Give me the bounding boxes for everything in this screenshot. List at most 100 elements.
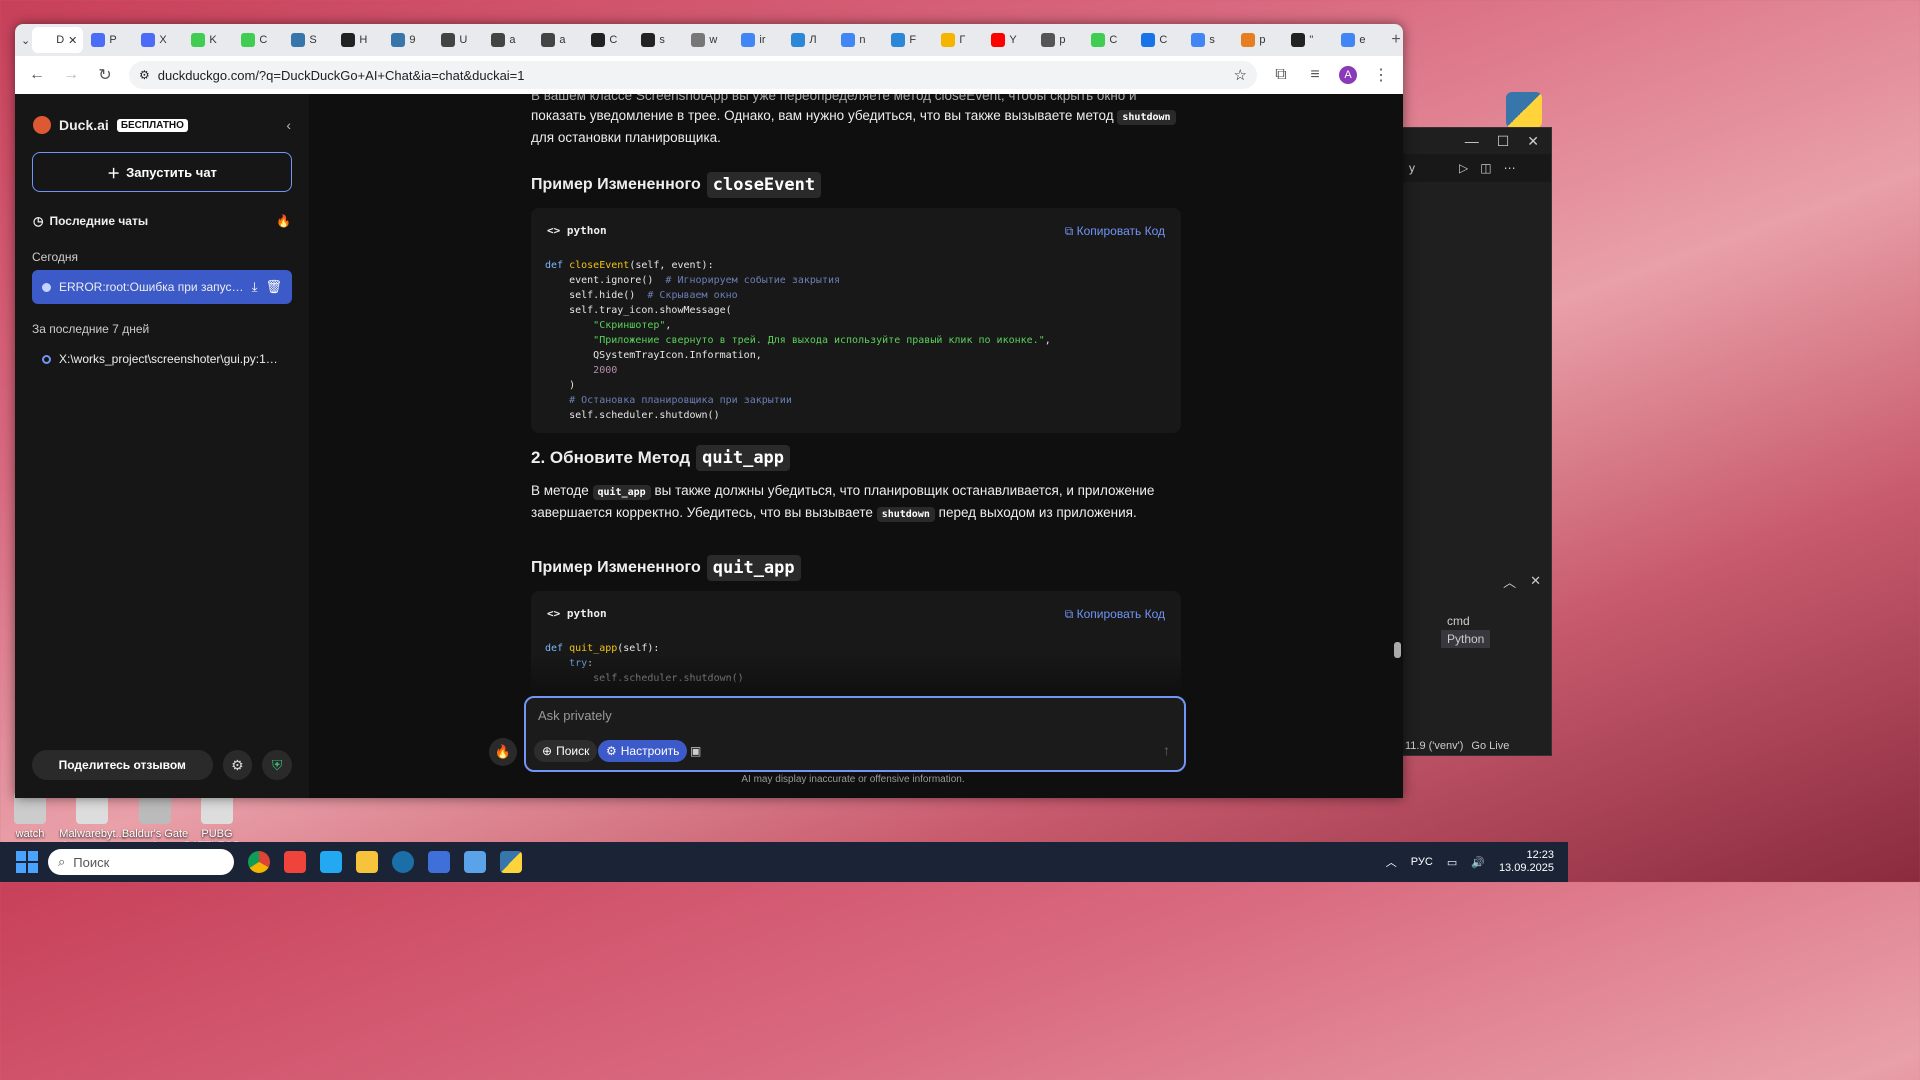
- run-icon[interactable]: ▷: [1459, 161, 1468, 175]
- tab-favicon-icon: [1341, 33, 1356, 47]
- copy-code-button[interactable]: ⧉ Копировать Код: [1065, 604, 1165, 624]
- browser-tab[interactable]: F: [885, 27, 933, 53]
- privacy-shield-icon[interactable]: ⛨: [262, 750, 292, 780]
- minimize-icon[interactable]: —: [1465, 133, 1479, 149]
- terminal-item-cmd[interactable]: cmd: [1441, 612, 1490, 630]
- browser-tab[interactable]: s: [1185, 27, 1233, 53]
- scrollbar-thumb[interactable]: [1394, 642, 1401, 658]
- profile-avatar[interactable]: A: [1339, 66, 1357, 84]
- browser-tab[interactable]: n: [835, 27, 883, 53]
- steam-icon[interactable]: [392, 851, 414, 873]
- code-lang: <> python: [547, 224, 607, 237]
- browser-tab[interactable]: X: [135, 27, 183, 53]
- menu-icon[interactable]: ⋮: [1371, 65, 1391, 85]
- tab-close-icon[interactable]: ✕: [68, 34, 77, 47]
- chat-item-week[interactable]: X:\works_project\screenshoter\gui.py:10:…: [32, 342, 292, 376]
- reload-icon[interactable]: ↻: [95, 65, 115, 85]
- send-arrow-icon[interactable]: ↑: [1163, 742, 1170, 758]
- browser-tab[interactable]: Г: [935, 27, 983, 53]
- chrome-icon[interactable]: [248, 851, 270, 873]
- browser-tab[interactable]: U: [435, 27, 483, 53]
- search-toggle-button[interactable]: ⊕ Поиск: [534, 740, 598, 762]
- extensions-icon[interactable]: ⧉: [1271, 66, 1291, 84]
- chevron-up-icon[interactable]: ︿: [1503, 572, 1516, 591]
- browser-tab[interactable]: C: [585, 27, 633, 53]
- fire-icon[interactable]: 🔥: [276, 214, 291, 228]
- status-env[interactable]: 11.9 ('venv'): [1405, 740, 1463, 752]
- history-icon: ◷: [33, 214, 44, 228]
- settings-gear-icon[interactable]: ⚙: [222, 750, 253, 780]
- download-icon[interactable]: ⤓: [252, 279, 258, 295]
- clear-chat-fire-icon[interactable]: 🔥: [489, 738, 517, 766]
- chat-message: В вашем классе ScreenshotApp вы уже пере…: [531, 94, 1181, 708]
- site-info-icon[interactable]: ⚙: [139, 68, 150, 82]
- browser-tab[interactable]: C: [235, 27, 283, 53]
- globe-icon: ⊕: [542, 744, 553, 758]
- tab-search-icon[interactable]: ⌄: [21, 34, 30, 47]
- browser-tab[interactable]: e: [1335, 27, 1383, 53]
- new-chat-button[interactable]: ＋ Запустить чат: [32, 152, 292, 192]
- chat-dot-icon: [42, 354, 51, 364]
- desktop-icon-watch[interactable]: watch: [0, 792, 65, 840]
- tab-label: K: [209, 34, 217, 46]
- chat-input-box[interactable]: Ask privately ⊕ Поиск ⚙ Настроить ▣ ↑: [524, 696, 1186, 772]
- bookmark-star-icon[interactable]: ☆: [1234, 66, 1247, 84]
- chevron-up-icon[interactable]: ︿: [1386, 854, 1397, 870]
- browser-tab[interactable]: a: [535, 27, 583, 53]
- file-explorer-icon[interactable]: [356, 851, 378, 873]
- new-tab-icon[interactable]: +: [1391, 31, 1400, 49]
- browser-tab[interactable]: a: [485, 27, 533, 53]
- browser-tab[interactable]: p: [1035, 27, 1083, 53]
- split-editor-icon[interactable]: ◫: [1480, 161, 1491, 175]
- scrollbar[interactable]: [1391, 94, 1403, 798]
- code-header: <> python ⧉ Копировать Код: [531, 591, 1181, 637]
- browser-tab[interactable]: C: [1135, 27, 1183, 53]
- browser-tab[interactable]: ": [1285, 27, 1333, 53]
- stats-icon[interactable]: [428, 851, 450, 873]
- forward-icon[interactable]: →: [61, 66, 81, 84]
- python-icon[interactable]: [500, 851, 522, 873]
- more-icon[interactable]: ⋯: [1504, 161, 1516, 175]
- photos-icon[interactable]: [464, 851, 486, 873]
- browser-tab[interactable]: P: [85, 27, 133, 53]
- browser-tab[interactable]: K: [185, 27, 233, 53]
- status-golive[interactable]: Go Live: [1471, 740, 1509, 752]
- chat-item-today[interactable]: ERROR:root:Ошибка при запуске... ⤓ 🗑: [32, 270, 292, 304]
- maximize-icon[interactable]: ☐: [1497, 133, 1510, 150]
- browser-tab[interactable]: ir: [735, 27, 783, 53]
- collapse-sidebar-icon[interactable]: ‹: [286, 117, 291, 133]
- address-bar[interactable]: ⚙ duckduckgo.com/?q=DuckDuckGo+AI+Chat&i…: [129, 61, 1257, 89]
- media-icon[interactable]: ≡: [1305, 66, 1325, 84]
- browser-tab[interactable]: s: [635, 27, 683, 53]
- anydesk-icon[interactable]: [284, 851, 306, 873]
- trash-icon[interactable]: 🗑: [265, 279, 282, 295]
- browser-tab[interactable]: D ✕: [32, 27, 84, 53]
- browser-tab[interactable]: S: [285, 27, 333, 53]
- browser-tab[interactable]: p: [1235, 27, 1283, 53]
- configure-button[interactable]: ⚙ Настроить: [598, 740, 688, 762]
- tab-label: e: [1359, 34, 1366, 46]
- volume-icon[interactable]: 🔊: [1471, 856, 1485, 869]
- browser-tab[interactable]: C: [1085, 27, 1133, 53]
- close-panel-icon[interactable]: ✕: [1530, 573, 1541, 589]
- back-icon[interactable]: ←: [27, 66, 47, 84]
- vscode-icon[interactable]: [320, 851, 342, 873]
- start-button[interactable]: [16, 851, 38, 873]
- taskbar-search[interactable]: ⌕ Поиск: [48, 849, 234, 875]
- terminal-item-python[interactable]: Python: [1441, 630, 1491, 648]
- step2-text-2: завершается корректно. Убедитесь, что вы…: [531, 505, 1137, 522]
- copy-code-button[interactable]: ⧉ Копировать Код: [1065, 221, 1165, 241]
- browser-tab[interactable]: Л: [785, 27, 833, 53]
- clock[interactable]: 12:23 13.09.2025: [1499, 849, 1554, 875]
- image-upload-icon[interactable]: ▣: [690, 744, 701, 758]
- feedback-button[interactable]: Поделитесь отзывом: [32, 750, 213, 780]
- browser-tab[interactable]: H: [335, 27, 383, 53]
- network-icon[interactable]: ▭: [1447, 856, 1457, 869]
- python-desktop-icon[interactable]: [1506, 92, 1542, 128]
- input-language[interactable]: РУС: [1411, 856, 1433, 868]
- browser-tab[interactable]: w: [685, 27, 733, 53]
- close-icon[interactable]: ✕: [1527, 133, 1539, 150]
- vscode-tab-hint[interactable]: y: [1409, 161, 1415, 175]
- browser-tab[interactable]: 9: [385, 27, 433, 53]
- browser-tab[interactable]: Y: [985, 27, 1033, 53]
